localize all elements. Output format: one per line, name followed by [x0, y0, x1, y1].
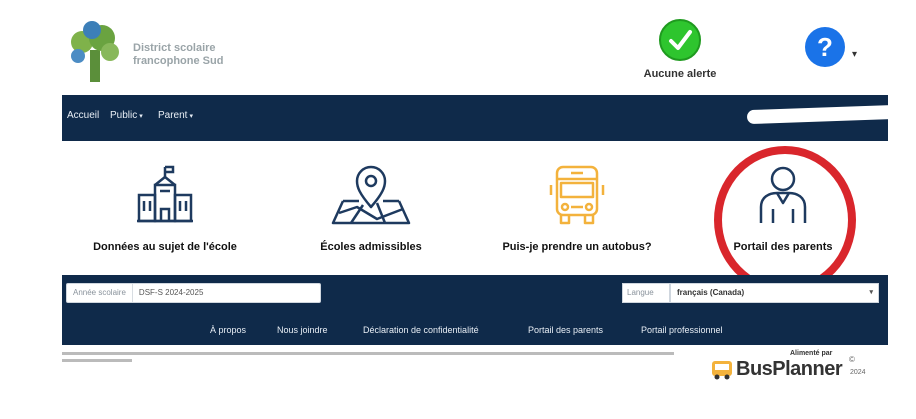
district-name-line1: District scolaire [133, 42, 216, 54]
language-label: Langue [622, 283, 670, 303]
copyright-year: 2024 [850, 369, 866, 376]
tile-eligible-schools[interactable]: Écoles admissibles [268, 141, 474, 275]
map-pin-icon [331, 165, 411, 225]
footer-link-parent-portal[interactable]: Portail des parents [528, 325, 603, 335]
district-name-line2: francophone Sud [133, 55, 224, 67]
district-name: District scolaire francophone Sud [133, 42, 223, 68]
chevron-down-icon: ▾ [189, 113, 193, 120]
bus-logo-icon [712, 361, 732, 380]
bus-icon [549, 165, 605, 225]
tile-label: Puis-je prendre un autobus? [502, 241, 652, 253]
check-circle-icon [659, 19, 701, 61]
language-selector[interactable]: Langue français (Canada) ▾ [622, 283, 879, 303]
main-navbar: Accueil Public ▾ Parent ▾ [62, 95, 916, 141]
tile-can-i-take-bus[interactable]: Puis-je prendre un autobus? [474, 141, 680, 275]
nav-item-parent[interactable]: Parent ▾ [158, 110, 193, 121]
alert-label: Aucune alerte [643, 68, 717, 80]
nav-item-accueil[interactable]: Accueil [67, 110, 99, 121]
language-value: français (Canada) [677, 288, 745, 297]
school-year-field[interactable]: Année scolaire DSF-S 2024-2025 [66, 283, 321, 303]
powered-by-label: Alimenté par [790, 350, 833, 357]
help-menu-caret-icon[interactable]: ▾ [852, 49, 857, 60]
alert-status[interactable]: Aucune alerte [630, 18, 730, 80]
school-icon [137, 165, 193, 223]
school-year-label: Année scolaire [67, 284, 133, 302]
language-select[interactable]: français (Canada) ▾ [670, 283, 879, 303]
tile-label: Écoles admissibles [320, 241, 422, 253]
disclaimer-text [62, 351, 682, 368]
chevron-down-icon: ▾ [869, 289, 873, 296]
help-icon[interactable]: ? [805, 27, 845, 67]
highlight-circle [714, 146, 856, 294]
page-footer: Année scolaire DSF-S 2024-2025 Langue fra… [62, 275, 888, 345]
tile-school-data[interactable]: Données au sujet de l'école [62, 141, 268, 275]
chevron-down-icon: ▾ [139, 113, 143, 120]
page-header: District scolaire francophone Sud Aucune… [0, 0, 916, 93]
footer-link-contact[interactable]: Nous joindre [277, 325, 328, 335]
disclaimer-lines [62, 352, 674, 362]
nav-item-public[interactable]: Public ▾ [110, 110, 143, 121]
redacted-user-info [746, 103, 916, 125]
school-year-value: DSF-S 2024-2025 [138, 288, 204, 297]
footer-link-about[interactable]: À propos [210, 325, 246, 335]
footer-link-privacy[interactable]: Déclaration de confidentialité [363, 325, 479, 335]
district-logo[interactable] [64, 20, 126, 86]
busplanner-wordmark: BusPlanner [736, 358, 843, 380]
copyright-symbol: © [849, 355, 855, 364]
footer-link-professional-portal[interactable]: Portail professionnel [641, 325, 723, 335]
tile-label: Données au sujet de l'école [93, 241, 237, 253]
